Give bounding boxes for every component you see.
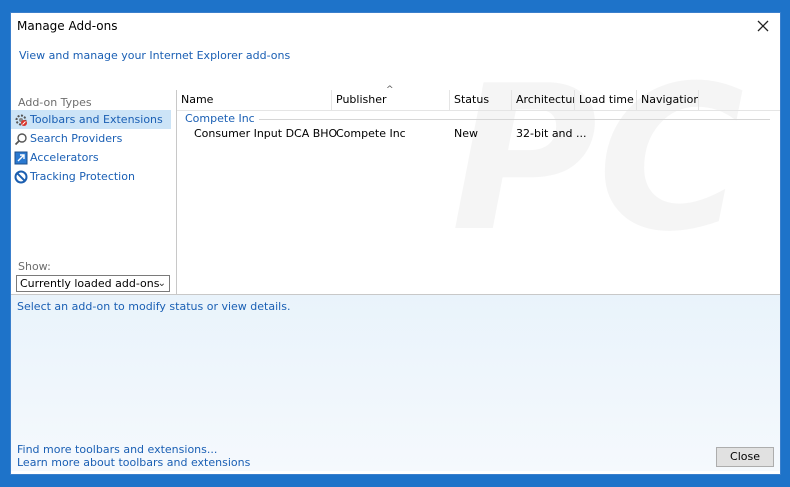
cell-publisher: Compete Inc xyxy=(336,127,406,140)
learn-more-link[interactable]: Learn more about toolbars and extensions xyxy=(17,456,250,469)
show-dropdown-value: Currently loaded add-ons xyxy=(20,277,160,290)
cell-architecture: 32-bit and ... xyxy=(516,127,587,140)
column-header-architecture[interactable]: Architecture xyxy=(512,90,575,110)
close-icon xyxy=(757,20,769,32)
addon-types-label: Add-on Types xyxy=(18,96,92,109)
addons-list: Name Publisher ^ Status Architecture Loa… xyxy=(177,85,780,294)
manage-addons-window: PC risk.com Manage Add-ons View and mana… xyxy=(10,12,781,475)
show-dropdown[interactable]: Currently loaded add-ons ⌄ xyxy=(16,275,170,292)
window-title: Manage Add-ons xyxy=(17,19,118,33)
details-pane: Select an add-on to modify status or vie… xyxy=(11,294,780,471)
table-row[interactable]: Consumer Input DCA BHO Compete Inc New 3… xyxy=(177,124,780,143)
sidebar-item-label: Toolbars and Extensions xyxy=(30,113,163,126)
title-bar: Manage Add-ons xyxy=(11,13,780,41)
addon-types-panel: Add-on Types Toolbars and Extensions Sea… xyxy=(11,90,177,294)
show-label: Show: xyxy=(18,260,51,273)
sidebar-item-search-providers[interactable]: Search Providers xyxy=(11,129,171,148)
sidebar-item-label: Tracking Protection xyxy=(30,170,135,183)
sidebar-item-label: Accelerators xyxy=(30,151,99,164)
cell-status: New xyxy=(454,127,478,140)
subtitle-link[interactable]: View and manage your Internet Explorer a… xyxy=(19,49,290,62)
sidebar-item-accelerators[interactable]: Accelerators xyxy=(11,148,171,167)
column-headers: Name Publisher ^ Status Architecture Loa… xyxy=(177,85,780,111)
sidebar-item-label: Search Providers xyxy=(30,132,123,145)
sidebar-item-tracking-protection[interactable]: Tracking Protection xyxy=(11,167,171,186)
block-icon xyxy=(14,170,28,184)
close-button[interactable]: Close xyxy=(716,447,774,467)
close-window-button[interactable] xyxy=(752,15,774,37)
details-hint: Select an add-on to modify status or vie… xyxy=(17,300,291,313)
group-header-label: Compete Inc xyxy=(185,112,259,125)
column-header-load-time[interactable]: Load time xyxy=(575,90,637,110)
column-header-name[interactable]: Name xyxy=(177,90,332,110)
sidebar-item-toolbars-extensions[interactable]: Toolbars and Extensions xyxy=(11,110,171,129)
column-header-status[interactable]: Status xyxy=(450,90,512,110)
find-more-link[interactable]: Find more toolbars and extensions... xyxy=(17,443,217,456)
sort-arrow-icon: ^ xyxy=(386,85,394,95)
search-icon xyxy=(14,132,28,146)
column-header-navigation[interactable]: Navigation... xyxy=(637,90,699,110)
group-divider xyxy=(185,119,770,120)
accelerator-icon xyxy=(14,151,28,165)
gear-icon xyxy=(14,113,28,127)
chevron-down-icon: ⌄ xyxy=(157,278,166,289)
cell-name: Consumer Input DCA BHO xyxy=(194,127,338,140)
